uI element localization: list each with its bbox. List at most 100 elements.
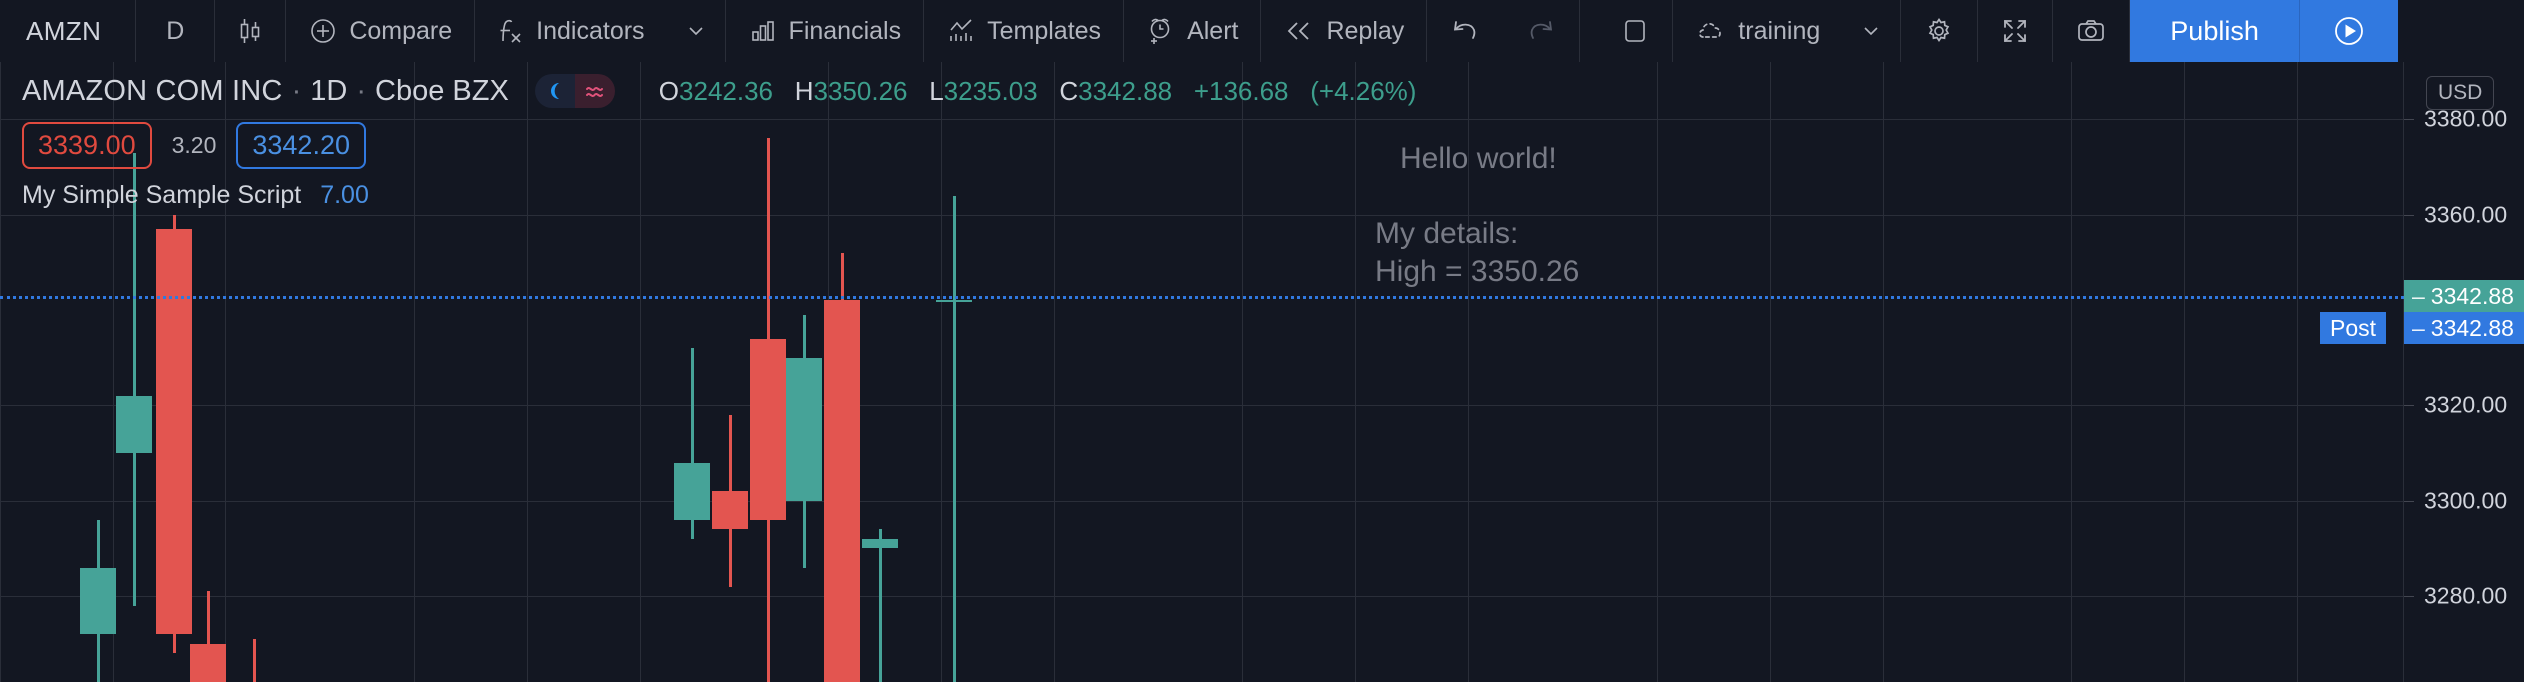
grid-line-vertical bbox=[2184, 62, 2185, 682]
candle-wick bbox=[252, 639, 256, 682]
fullscreen-button[interactable] bbox=[1978, 0, 2054, 62]
candle-body bbox=[80, 567, 116, 635]
price-axis[interactable]: USD 3380.00 3360.00 3320.00 3300.00 3280.00–… bbox=[2403, 62, 2524, 682]
indicators-label: Indicators bbox=[536, 16, 645, 45]
ohlc-values: O3242.36 H3350.26 L3235.03 C3342.88 +136… bbox=[659, 76, 1417, 107]
ask-price-box[interactable]: 3342.20 bbox=[236, 122, 366, 169]
play-icon bbox=[2330, 12, 2368, 50]
low-value: 3235.03 bbox=[943, 75, 1038, 106]
post-price-badge[interactable]: –3342.88 bbox=[2404, 312, 2524, 345]
play-button[interactable] bbox=[2299, 0, 2398, 62]
script-legend-row[interactable]: My Simple Sample Script 7.00 bbox=[22, 181, 1416, 210]
chart-style-button[interactable] bbox=[215, 0, 287, 62]
chart-legend: AMAZON COM INC · 1D · Cboe BZX O3242.36 … bbox=[22, 74, 1416, 210]
legend-exchange: Cboe BZX bbox=[375, 74, 509, 107]
workspace-label: training bbox=[1738, 16, 1821, 45]
axis-tick bbox=[2404, 596, 2414, 598]
grid-line-horizontal bbox=[0, 500, 2404, 502]
replay-button[interactable]: Replay bbox=[1261, 0, 1428, 62]
axis-tick-label: 3280.00 bbox=[2424, 582, 2508, 609]
indicators-dropdown-button[interactable] bbox=[667, 0, 726, 62]
templates-label: Templates bbox=[987, 16, 1102, 45]
workspace-dropdown-button[interactable] bbox=[1842, 0, 1902, 62]
candle-body bbox=[674, 462, 710, 520]
workspace-button[interactable]: training bbox=[1673, 0, 1842, 62]
symbol-search-button[interactable]: AMZN bbox=[0, 0, 137, 62]
annotation-my-details[interactable]: My details: High = 3350.26 bbox=[1375, 215, 1579, 291]
redo-icon bbox=[1525, 16, 1557, 46]
indicators-button[interactable]: Indicators bbox=[475, 0, 666, 62]
legend-title-row: AMAZON COM INC · 1D · Cboe BZX O3242.36 … bbox=[22, 74, 1416, 108]
undo-icon bbox=[1449, 16, 1481, 46]
last-price-badge[interactable]: –3342.88 bbox=[2404, 280, 2524, 313]
grid-line-vertical bbox=[2071, 62, 2072, 682]
bid-price-box[interactable]: 3339.00 bbox=[22, 122, 152, 169]
single-layout-icon bbox=[1620, 16, 1650, 46]
script-value: 7.00 bbox=[320, 181, 369, 209]
axis-tick-label: 3360.00 bbox=[2424, 201, 2508, 228]
axis-tick bbox=[2404, 119, 2414, 121]
replay-icon bbox=[1283, 16, 1315, 46]
cloud-dashed-icon bbox=[1695, 16, 1727, 46]
settings-button[interactable] bbox=[1901, 0, 1979, 62]
grid-line-horizontal bbox=[0, 214, 2404, 216]
candle-body bbox=[116, 395, 152, 454]
compare-button[interactable]: Compare bbox=[286, 0, 476, 62]
badge-dash: – bbox=[2412, 282, 2425, 309]
bid-ask-row: 3339.00 3.20 3342.20 bbox=[22, 122, 1416, 169]
axis-tick bbox=[2404, 405, 2414, 407]
top-toolbar: AMZN D Compare Indicators Financials Tem… bbox=[0, 0, 2524, 63]
candle-wick bbox=[952, 195, 956, 682]
function-icon bbox=[497, 16, 525, 46]
candle-body bbox=[750, 338, 786, 520]
candle-body bbox=[786, 357, 822, 501]
fullscreen-icon bbox=[2000, 16, 2030, 46]
moon-icon[interactable] bbox=[534, 74, 575, 108]
templates-button[interactable]: Templates bbox=[924, 0, 1125, 62]
publish-label: Publish bbox=[2170, 15, 2259, 46]
candle-body bbox=[712, 491, 748, 530]
alarm-clock-icon bbox=[1146, 16, 1176, 46]
low-label: L bbox=[929, 75, 944, 106]
axis-tick-label: 3320.00 bbox=[2424, 391, 2508, 418]
plus-circle-icon bbox=[308, 16, 338, 46]
grid-line-vertical bbox=[1883, 62, 1884, 682]
badge-dash: – bbox=[2412, 314, 2425, 341]
replay-label: Replay bbox=[1326, 16, 1405, 45]
grid-line-horizontal bbox=[0, 405, 2404, 407]
candle-body bbox=[156, 228, 192, 635]
spread-value: 3.20 bbox=[171, 132, 217, 158]
undo-button[interactable] bbox=[1427, 0, 1503, 62]
candle-body bbox=[824, 300, 860, 682]
alert-button[interactable]: Alert bbox=[1124, 0, 1262, 62]
candle-wick bbox=[132, 152, 136, 606]
grid-line-horizontal bbox=[0, 596, 2404, 598]
symbol-description: AMAZON COM INC bbox=[22, 74, 283, 107]
script-name: My Simple Sample Script bbox=[22, 181, 302, 209]
close-value: 3342.88 bbox=[1078, 75, 1173, 106]
legend-interval: 1D bbox=[310, 74, 348, 107]
legend-separator-2: · bbox=[356, 74, 366, 107]
publish-button[interactable]: Publish bbox=[2130, 0, 2300, 62]
legend-separator: · bbox=[291, 74, 302, 107]
interval-button[interactable]: D bbox=[136, 0, 216, 62]
wave-icon[interactable] bbox=[574, 74, 615, 108]
session-badges[interactable] bbox=[534, 74, 615, 108]
financials-button[interactable]: Financials bbox=[726, 0, 925, 62]
grid-line-vertical bbox=[1657, 62, 1658, 682]
compare-label: Compare bbox=[349, 16, 453, 45]
high-label: H bbox=[794, 75, 814, 106]
candle-body bbox=[190, 643, 226, 682]
candle-wick bbox=[878, 529, 882, 682]
open-value: 3242.36 bbox=[679, 75, 774, 106]
redo-button[interactable] bbox=[1503, 0, 1581, 62]
interval-label: D bbox=[166, 16, 185, 45]
axis-tick bbox=[2404, 500, 2414, 502]
change-percent: (+4.26%) bbox=[1310, 75, 1417, 106]
last-price-value: 3342.88 bbox=[2430, 282, 2514, 309]
chart-area[interactable]: AMAZON COM INC · 1D · Cboe BZX O3242.36 … bbox=[0, 62, 2524, 682]
symbol-label: AMZN bbox=[26, 15, 102, 46]
annotation-hello-world[interactable]: Hello world! bbox=[1400, 142, 1557, 176]
layout-button[interactable] bbox=[1598, 0, 1674, 62]
snapshot-button[interactable] bbox=[2053, 0, 2131, 62]
